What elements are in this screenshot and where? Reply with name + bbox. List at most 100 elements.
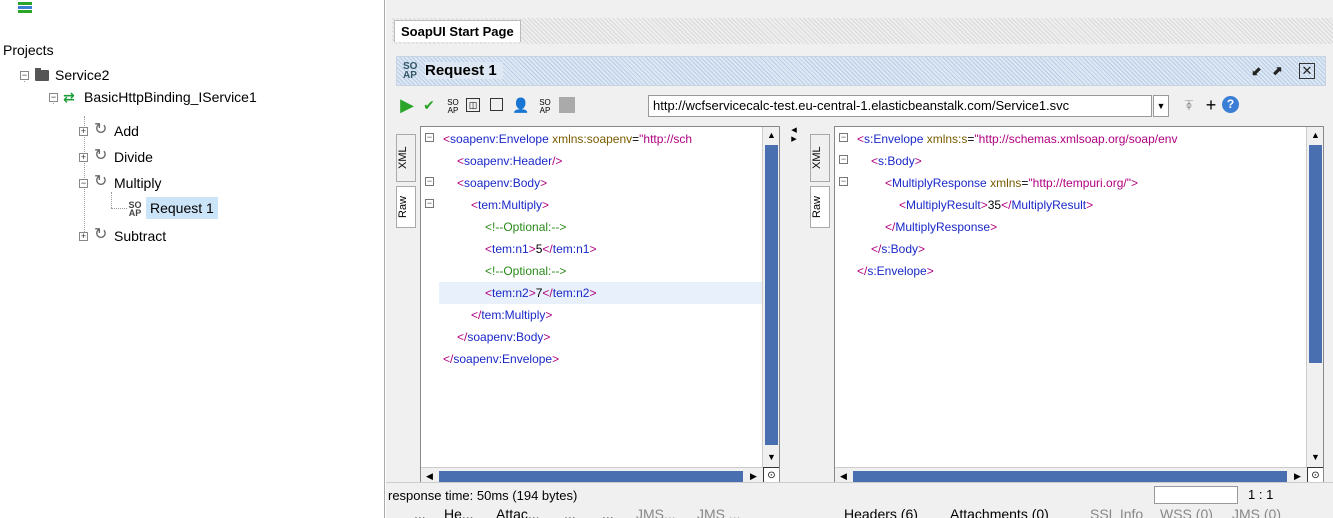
tab-response-wss[interactable]: WSS (0)	[1160, 506, 1213, 518]
tab-request-headers[interactable]: He...	[444, 506, 474, 518]
tab-request-auth[interactable]: ...	[414, 506, 426, 518]
tab-request-raw[interactable]: Raw	[396, 186, 416, 228]
code-token: >	[552, 352, 560, 366]
request-xml-editor[interactable]: − − − <soapenv:Envelope xmlns:soapenv="h…	[420, 126, 780, 484]
fold-icon[interactable]: −	[425, 199, 434, 208]
edit-endpoint-icon[interactable]: ⍕	[1180, 96, 1198, 114]
code-token: >	[528, 286, 536, 300]
tab-request-jms-properties[interactable]: JMS ...	[697, 506, 741, 518]
collapse-icon[interactable]: −	[49, 93, 58, 102]
code-token: />	[552, 154, 563, 168]
endpoint-input[interactable]: http://wcfservicecalc-test.eu-central-1.…	[648, 95, 1152, 117]
tab-response-headers[interactable]: Headers (6)	[844, 506, 918, 518]
tab-response-attachments[interactable]: Attachments (0)	[950, 506, 1049, 518]
tab-response-xml[interactable]: XML	[810, 134, 830, 182]
close-icon[interactable]: ✕	[1299, 63, 1315, 79]
run-icon[interactable]: ▶	[398, 96, 416, 114]
status-progress-box	[1154, 486, 1238, 504]
code-token: MultiplyResult	[1011, 198, 1087, 212]
code-token: </	[871, 242, 882, 256]
soap-request-icon: SO AP	[403, 61, 418, 81]
soap-icon[interactable]: SO AP	[444, 99, 462, 117]
user-icon[interactable]: 👤	[512, 96, 530, 114]
tab-request-attachments[interactable]: Attac...	[496, 506, 540, 518]
code-token: </	[857, 264, 868, 278]
tab-request-ws-rm[interactable]: ...	[602, 506, 614, 518]
code-token: >	[528, 242, 536, 256]
scroll-thumb[interactable]	[765, 145, 778, 445]
code-token: >	[543, 330, 551, 344]
code-line: <soapenv:Body>	[439, 172, 764, 194]
code-token: 35	[987, 198, 1002, 212]
tab-request-jms-headers[interactable]: JMS...	[636, 506, 676, 518]
scroll-down-icon[interactable]: ▼	[1307, 449, 1323, 466]
scroll-thumb[interactable]	[439, 471, 743, 482]
collapse-icon[interactable]: −	[79, 179, 88, 188]
soap-action-icon[interactable]: SO AP	[536, 99, 554, 117]
navigator-title: Projects	[3, 42, 54, 58]
code-token: xmlns:soapenv	[548, 132, 633, 146]
code-token: <!--Optional:-->	[485, 220, 567, 234]
response-vertical-scrollbar[interactable]: ▲ ▼	[1306, 127, 1323, 467]
tab-request-ws-a[interactable]: ...	[564, 506, 576, 518]
operation-icon: ↻	[94, 226, 108, 243]
code-line: <s:Envelope xmlns:s="http://schemas.xmls…	[853, 128, 1308, 150]
code-token: </	[542, 286, 553, 300]
fold-icon[interactable]: −	[839, 133, 848, 142]
code-token: <	[857, 132, 865, 146]
tab-response-raw[interactable]: Raw	[810, 186, 830, 228]
fold-icon[interactable]: −	[425, 177, 434, 186]
expand-icon[interactable]: +	[79, 153, 88, 162]
code-token: soapenv:Header	[464, 154, 553, 168]
list-view-icon[interactable]	[18, 2, 32, 14]
expand-icon[interactable]: +	[79, 127, 88, 136]
tab-response-jms[interactable]: JMS (0)	[1232, 506, 1281, 518]
endpoint-dropdown-icon[interactable]: ▼	[1153, 95, 1169, 117]
folder-icon	[35, 68, 49, 81]
soap-request-icon: SO AP	[128, 200, 142, 218]
code-token: <	[485, 242, 493, 256]
stop-icon[interactable]	[559, 97, 575, 113]
fold-icon[interactable]: −	[425, 133, 434, 142]
code-token: >	[589, 286, 597, 300]
scroll-thumb[interactable]	[853, 471, 1287, 482]
code-token: s:Envelope	[867, 264, 927, 278]
code-token: tem:Multiply	[478, 198, 543, 212]
operation-icon: ↻	[94, 147, 108, 164]
tab-response-ssl-info[interactable]: SSL Info	[1090, 506, 1143, 518]
project-label: Service2	[55, 67, 110, 83]
code-line: <s:Body>	[853, 150, 1308, 172]
code-token: >	[589, 242, 597, 256]
tab-request-xml[interactable]: XML	[396, 134, 416, 182]
scroll-down-icon[interactable]: ▼	[763, 449, 779, 466]
help-icon[interactable]: ?	[1222, 96, 1239, 113]
collapse-icon[interactable]: −	[20, 71, 29, 80]
minimize-icon[interactable]: ⬋	[1249, 63, 1265, 79]
scroll-up-icon[interactable]: ▲	[763, 127, 779, 144]
fold-icon[interactable]: −	[839, 177, 848, 186]
response-xml-editor[interactable]: − − − <s:Envelope xmlns:s="http://schema…	[834, 126, 1324, 484]
format-icon[interactable]: ◫	[466, 98, 480, 112]
submit-check-icon[interactable]: ✔	[420, 96, 438, 114]
tab-soapui-start-page[interactable]: SoapUI Start Page	[394, 20, 521, 42]
request-vertical-scrollbar[interactable]: ▲ ▼	[762, 127, 779, 467]
code-line: </s:Body>	[853, 238, 1308, 260]
code-token: >	[990, 220, 998, 234]
editor-splitter[interactable]: ◂ ▸	[784, 125, 804, 156]
code-token: >	[918, 242, 926, 256]
add-icon[interactable]: +	[1202, 96, 1220, 114]
checkbox-icon[interactable]	[490, 98, 503, 111]
maximize-icon[interactable]: ⬈	[1269, 63, 1285, 79]
code-line: </soapenv:Envelope>	[439, 348, 764, 370]
scroll-thumb[interactable]	[1309, 145, 1322, 363]
scroll-up-icon[interactable]: ▲	[1307, 127, 1323, 144]
fold-icon[interactable]: −	[839, 155, 848, 164]
expand-icon[interactable]: +	[79, 232, 88, 241]
code-token: s:Envelope	[864, 132, 924, 146]
code-token: <	[443, 132, 451, 146]
code-token: tem:n1	[552, 242, 590, 256]
navigator-toolbar	[0, 0, 384, 20]
code-line: <tem:n2>7</tem:n2>	[439, 282, 764, 304]
code-token: MultiplyResponse	[892, 176, 987, 190]
request-window-title: Request 1	[425, 62, 503, 79]
